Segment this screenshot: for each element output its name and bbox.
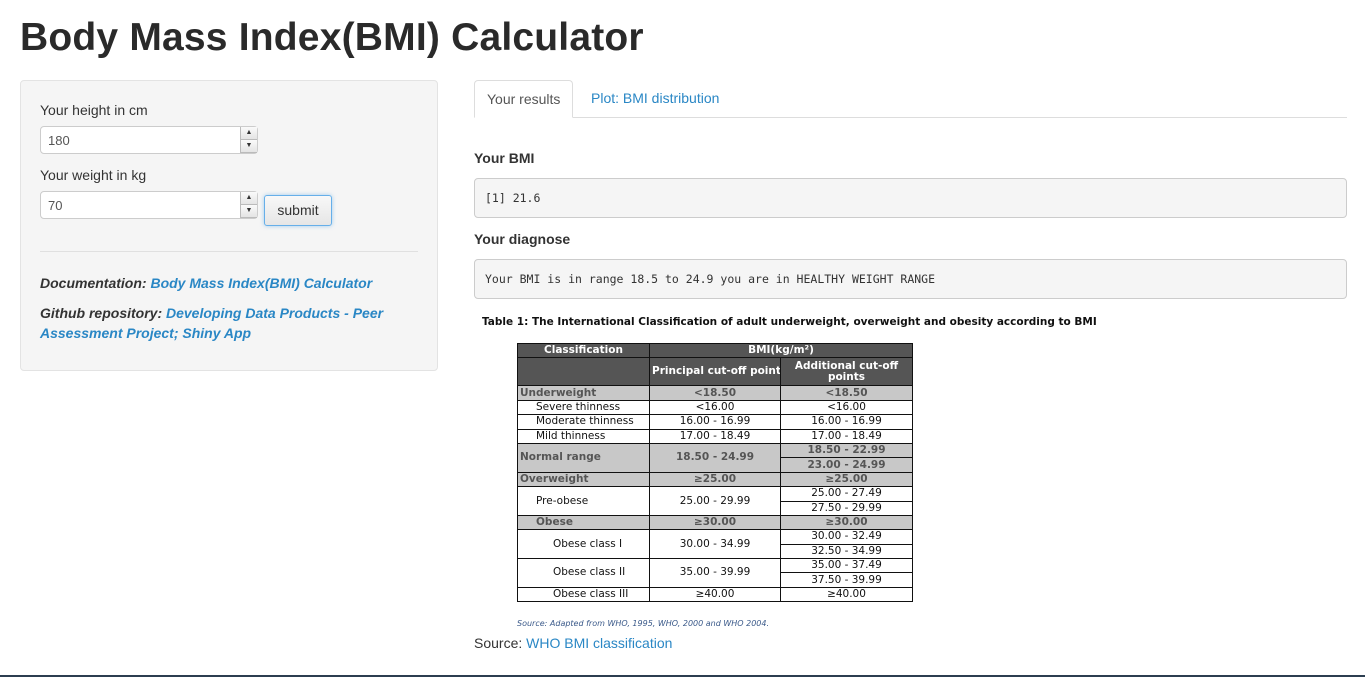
row-additional: 23.00 - 24.99 <box>780 457 913 473</box>
height-decrement-button[interactable]: ▼ <box>241 140 257 153</box>
table-row: Severe thinness <16.00 <16.00 <box>517 399 913 416</box>
table-row: Obese class III ≥40.00 ≥40.00 <box>517 586 913 603</box>
row-additional: 27.50 - 29.99 <box>780 500 913 516</box>
row-principal: 35.00 - 39.99 <box>649 558 781 588</box>
table-row: Underweight <18.50 <18.50 <box>517 385 913 401</box>
row-label: Mild thinness <box>517 428 650 444</box>
row-additional: 17.00 - 18.49 <box>780 428 913 444</box>
height-label: Your height in cm <box>40 102 148 118</box>
row-additional: <18.50 <box>780 385 913 401</box>
height-input[interactable]: 180 ▲ ▼ <box>40 126 258 154</box>
sidebar-divider <box>40 251 418 252</box>
table-row: Mild thinness 17.00 - 18.49 17.00 - 18.4… <box>517 428 913 444</box>
header-principal: Principal cut-off points <box>649 357 781 387</box>
row-label: Obese class II <box>517 558 650 588</box>
diagnose-output: Your BMI is in range 18.5 to 24.9 you ar… <box>474 259 1347 299</box>
bmi-heading: Your BMI <box>474 150 535 166</box>
weight-value: 70 <box>48 198 63 213</box>
weight-label: Your weight in kg <box>40 167 147 183</box>
table-row: Pre-obese 25.00 - 29.99 25.00 - 27.49 <box>517 486 913 516</box>
tab-your-results[interactable]: Your results <box>474 80 574 118</box>
row-label: Moderate thinness <box>517 414 650 430</box>
row-label: Underweight <box>517 385 650 401</box>
row-principal: 16.00 - 16.99 <box>649 414 781 430</box>
row-principal: ≥40.00 <box>649 586 781 603</box>
height-spinner: ▲ ▼ <box>240 127 257 153</box>
row-label: Obese <box>517 514 650 531</box>
tab-plot-bmi-distribution[interactable]: Plot: BMI distribution <box>579 80 731 118</box>
header-bmi: BMI(kg/m²) <box>649 342 913 359</box>
row-additional: 37.50 - 39.99 <box>780 572 913 588</box>
row-principal: 18.50 - 24.99 <box>649 442 781 473</box>
github-prefix: Github repository: <box>40 305 166 321</box>
row-additional: 32.50 - 34.99 <box>780 543 913 560</box>
table-subheader-row: Principal cut-off points Additional cut-… <box>517 357 913 387</box>
who-table-source-note: Source: Adapted from WHO, 1995, WHO, 200… <box>517 619 770 628</box>
height-increment-button[interactable]: ▲ <box>241 127 257 140</box>
page-title: Body Mass Index(BMI) Calculator <box>20 16 644 59</box>
header-classification: Classification <box>517 342 650 359</box>
documentation-line: Documentation: Body Mass Index(BMI) Calc… <box>40 273 410 293</box>
row-additional: ≥25.00 <box>780 471 913 488</box>
row-principal: ≥30.00 <box>649 514 781 531</box>
weight-increment-button[interactable]: ▲ <box>241 192 257 205</box>
row-label: Obese class III <box>517 586 650 603</box>
who-table-caption: Table 1: The International Classificatio… <box>482 316 1097 328</box>
who-bmi-link[interactable]: WHO BMI classification <box>526 635 672 651</box>
row-additional: ≥40.00 <box>780 586 913 603</box>
weight-input[interactable]: 70 ▲ ▼ <box>40 191 258 219</box>
row-label: Normal range <box>517 442 650 473</box>
source-line: Source: WHO BMI classification <box>474 635 672 651</box>
weight-spinner: ▲ ▼ <box>240 192 257 218</box>
height-value: 180 <box>48 133 70 148</box>
row-label: Overweight <box>517 471 650 488</box>
sidebar-panel: Your height in cm 180 ▲ ▼ Your weight in… <box>20 80 438 371</box>
row-additional: ≥30.00 <box>780 514 913 531</box>
row-additional: 35.00 - 37.49 <box>780 558 913 574</box>
diagnose-heading: Your diagnose <box>474 231 571 247</box>
table-row: Obese class II 35.00 - 39.99 35.00 - 37.… <box>517 558 913 588</box>
table-row: Moderate thinness 16.00 - 16.99 16.00 - … <box>517 414 913 430</box>
row-additional: 16.00 - 16.99 <box>780 414 913 430</box>
row-label: Severe thinness <box>517 399 650 416</box>
row-principal: 17.00 - 18.49 <box>649 428 781 444</box>
row-principal: <16.00 <box>649 399 781 416</box>
documentation-link[interactable]: Body Mass Index(BMI) Calculator <box>150 275 372 291</box>
github-line: Github repository: Developing Data Produ… <box>40 303 410 343</box>
table-row: Obese ≥30.00 ≥30.00 <box>517 514 913 531</box>
row-additional: <16.00 <box>780 399 913 416</box>
table-row: Obese class I 30.00 - 34.99 30.00 - 32.4… <box>517 529 913 560</box>
table-row: Normal range 18.50 - 24.99 18.50 - 22.99 <box>517 442 913 473</box>
row-additional: 30.00 - 32.49 <box>780 529 913 545</box>
submit-button[interactable]: submit <box>264 195 332 226</box>
row-principal: <18.50 <box>649 385 781 401</box>
tab-bar: Your results Plot: BMI distribution <box>474 80 1347 118</box>
bmi-output: [1] 21.6 <box>474 178 1347 218</box>
row-label: Pre-obese <box>517 486 650 516</box>
header-blank <box>517 357 650 387</box>
who-bmi-table: Classification BMI(kg/m²) Principal cut-… <box>517 342 913 603</box>
weight-decrement-button[interactable]: ▼ <box>241 205 257 218</box>
documentation-prefix: Documentation: <box>40 275 151 291</box>
row-principal: 25.00 - 29.99 <box>649 486 781 516</box>
row-additional: 25.00 - 27.49 <box>780 486 913 502</box>
row-label: Obese class I <box>517 529 650 560</box>
row-principal: ≥25.00 <box>649 471 781 488</box>
header-additional: Additional cut-off points <box>780 357 913 387</box>
table-header-row: Classification BMI(kg/m²) <box>517 342 913 359</box>
row-principal: 30.00 - 34.99 <box>649 529 781 560</box>
table-row: Overweight ≥25.00 ≥25.00 <box>517 471 913 488</box>
source-prefix: Source: <box>474 635 527 651</box>
row-additional: 18.50 - 22.99 <box>780 442 913 459</box>
